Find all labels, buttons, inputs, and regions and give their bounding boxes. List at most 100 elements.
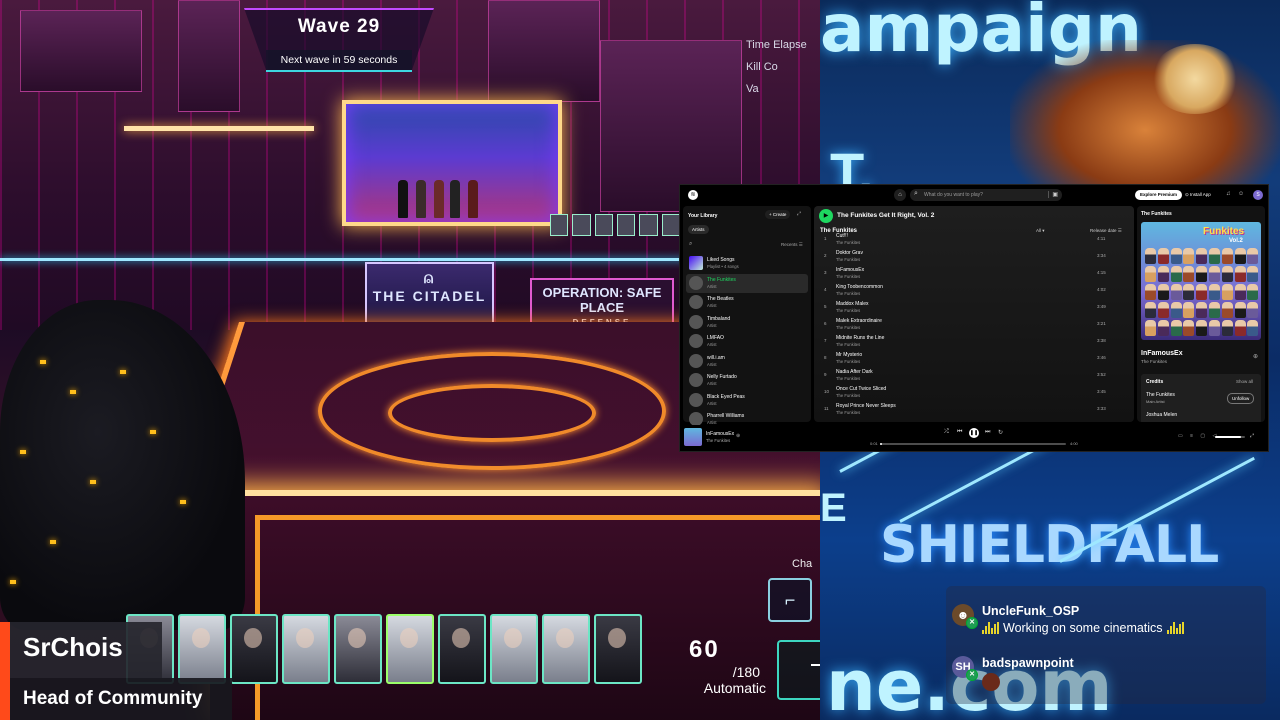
create-button[interactable]: + Create xyxy=(765,210,791,219)
hero-card[interactable] xyxy=(178,614,226,684)
pistol-icon[interactable]: ⌐ xyxy=(768,578,812,622)
track-title: Doktor Grav xyxy=(836,250,863,256)
track-duration: 3:46 xyxy=(1097,355,1106,360)
library-item[interactable]: Nelly Furtado Artist xyxy=(686,371,808,390)
hanging-screen xyxy=(20,10,142,92)
pause-icon[interactable]: ❚❚ xyxy=(969,428,979,438)
cover-figure xyxy=(1196,266,1208,282)
library-item-name: Timbaland xyxy=(707,315,731,322)
cover-figure xyxy=(1196,248,1208,264)
mod-badge-icon: ✕ xyxy=(966,669,978,681)
hero-card[interactable] xyxy=(334,614,382,684)
library-title[interactable]: Your Library xyxy=(688,213,717,219)
cover-figure xyxy=(1196,302,1208,318)
now-playing-thumbnail[interactable] xyxy=(684,428,702,446)
track-artist: The Funkites xyxy=(836,274,861,279)
shuffle-icon[interactable]: ⤮ xyxy=(944,429,949,436)
library-item[interactable]: LMFAO Artist xyxy=(686,332,808,351)
ammo-count: 60 xyxy=(689,636,720,663)
track-number: 2 xyxy=(824,253,827,258)
user-avatar[interactable]: S xyxy=(1253,190,1263,200)
library-item-sub: Artist xyxy=(707,342,717,347)
team-card-bar xyxy=(126,614,642,684)
cover-figure xyxy=(1157,320,1169,336)
friends-icon[interactable]: ☺ xyxy=(1238,191,1244,197)
track-row[interactable]: 2 Doktor Grav The Funkites 3:34 xyxy=(814,248,1134,265)
now-playing-artist[interactable]: The Funkites xyxy=(706,438,730,443)
progress-bar[interactable] xyxy=(880,443,1066,445)
library-item[interactable]: will.i.am Artist xyxy=(686,352,808,371)
track-artist: The Funkites xyxy=(836,376,861,381)
library-item[interactable]: Black Eyed Peas Artist xyxy=(686,391,808,410)
filter-chip-artists[interactable]: Artists xyxy=(688,225,709,234)
repeat-icon[interactable]: ↻ xyxy=(998,429,1003,436)
track-row[interactable]: 7 Midnite Runs the Line The Funkites 3:38 xyxy=(814,333,1134,350)
cover-figure xyxy=(1183,266,1195,282)
track-row[interactable]: 9 Nadia After Dark The Funkites 3:52 xyxy=(814,367,1134,384)
track-row[interactable]: 6 Malek Extraordinaire The Funkites 3:21 xyxy=(814,316,1134,333)
track-row[interactable]: 5 Maddox Malex The Funkites 3:49 xyxy=(814,299,1134,316)
add-icon[interactable]: ⊕ xyxy=(736,433,740,439)
hero-card[interactable] xyxy=(490,614,538,684)
home-icon[interactable]: ⌂ xyxy=(894,189,906,201)
hero-card[interactable] xyxy=(386,614,434,684)
ammo-max: /180 xyxy=(732,664,760,680)
volume-slider[interactable] xyxy=(1215,436,1245,438)
current-track-artist[interactable]: The Funkites xyxy=(1141,359,1167,364)
credit-name[interactable]: Joshua Melen xyxy=(1146,412,1177,418)
add-icon[interactable]: ⊕ xyxy=(1253,353,1258,360)
total-time: 4:00 xyxy=(1070,441,1078,446)
track-row[interactable]: 4 King Toobencommon The Funkites 4:02 xyxy=(814,282,1134,299)
hero-card[interactable] xyxy=(282,614,330,684)
track-row[interactable]: 3 InFamousEx The Funkites 4:15 xyxy=(814,265,1134,282)
library-item-sub: Artist xyxy=(707,303,717,308)
search-icon[interactable]: ⌕ xyxy=(689,241,692,248)
avatar-icon: ☻ ✕ xyxy=(952,604,978,629)
bell-icon[interactable]: ♫ xyxy=(1226,191,1231,197)
show-all-link[interactable]: Show all xyxy=(1236,379,1253,384)
sort-recents[interactable]: Recents ☰ xyxy=(781,242,803,248)
track-number: 6 xyxy=(824,321,827,326)
library-item[interactable]: Liked Songs Playlist • 4 songs xyxy=(686,254,808,273)
cover-figure xyxy=(1170,320,1182,336)
library-item[interactable]: The Beatles Artist xyxy=(686,293,808,312)
queue-controls[interactable]: ▭ ≡ ▢ ◁ xyxy=(1178,433,1219,439)
card-display-strip xyxy=(550,214,680,236)
explore-premium-button[interactable]: Explore Premium xyxy=(1135,190,1183,200)
track-duration: 4:15 xyxy=(1097,270,1106,275)
track-number: 5 xyxy=(824,304,827,309)
credits-heading: Credits xyxy=(1146,379,1164,385)
figure xyxy=(434,180,444,218)
now-playing-title[interactable]: InFamousEx xyxy=(706,431,734,437)
cover-figure xyxy=(1234,284,1246,300)
track-title: Cut!!! xyxy=(836,233,848,239)
hero-card[interactable] xyxy=(438,614,486,684)
current-track-title[interactable]: InFamousEx xyxy=(1141,350,1183,357)
track-row[interactable]: 11 Royal Prince Never Sleeps The Funkites 3… xyxy=(814,401,1134,418)
unfollow-button[interactable]: Unfollow xyxy=(1227,393,1255,404)
figure xyxy=(416,180,426,218)
library-item[interactable]: Timbaland Artist xyxy=(686,313,808,332)
play-icon[interactable]: ▶ xyxy=(819,209,833,223)
track-row[interactable]: 8 Mr Mysterio The Funkites 3:46 xyxy=(814,350,1134,367)
previous-icon[interactable]: ⏮ xyxy=(957,429,962,436)
library-item[interactable]: The Funkites Artist xyxy=(686,273,808,293)
library-item-sub: Artist xyxy=(707,381,717,386)
track-row[interactable]: 1 Cut!!! The Funkites 4:11 xyxy=(814,231,1134,248)
install-app-button[interactable]: ⊙ Install App xyxy=(1185,192,1211,198)
stat-time-elapsed: Time Elapse xyxy=(746,39,807,51)
ability-slot[interactable] xyxy=(777,640,820,700)
volume-fill xyxy=(1215,436,1241,438)
hero-card[interactable] xyxy=(230,614,278,684)
hero-card[interactable] xyxy=(542,614,590,684)
search-input[interactable]: ⌕ What do you want to play? ▣ xyxy=(910,189,1062,201)
hero-card[interactable] xyxy=(594,614,642,684)
browse-icon[interactable]: ▣ xyxy=(1048,191,1058,198)
track-row[interactable]: 10 Once Cut Twice Sliced The Funkites 3:45 xyxy=(814,384,1134,401)
track-number: 8 xyxy=(824,355,827,360)
next-icon[interactable]: ⏭ xyxy=(985,429,990,436)
credit-name[interactable]: The Funkites xyxy=(1146,392,1175,398)
expand-icon[interactable]: ⤢ xyxy=(797,211,801,217)
fullscreen-icon[interactable]: ⤢ xyxy=(1250,433,1254,439)
spotify-logo-icon[interactable]: ≋ xyxy=(688,190,698,200)
